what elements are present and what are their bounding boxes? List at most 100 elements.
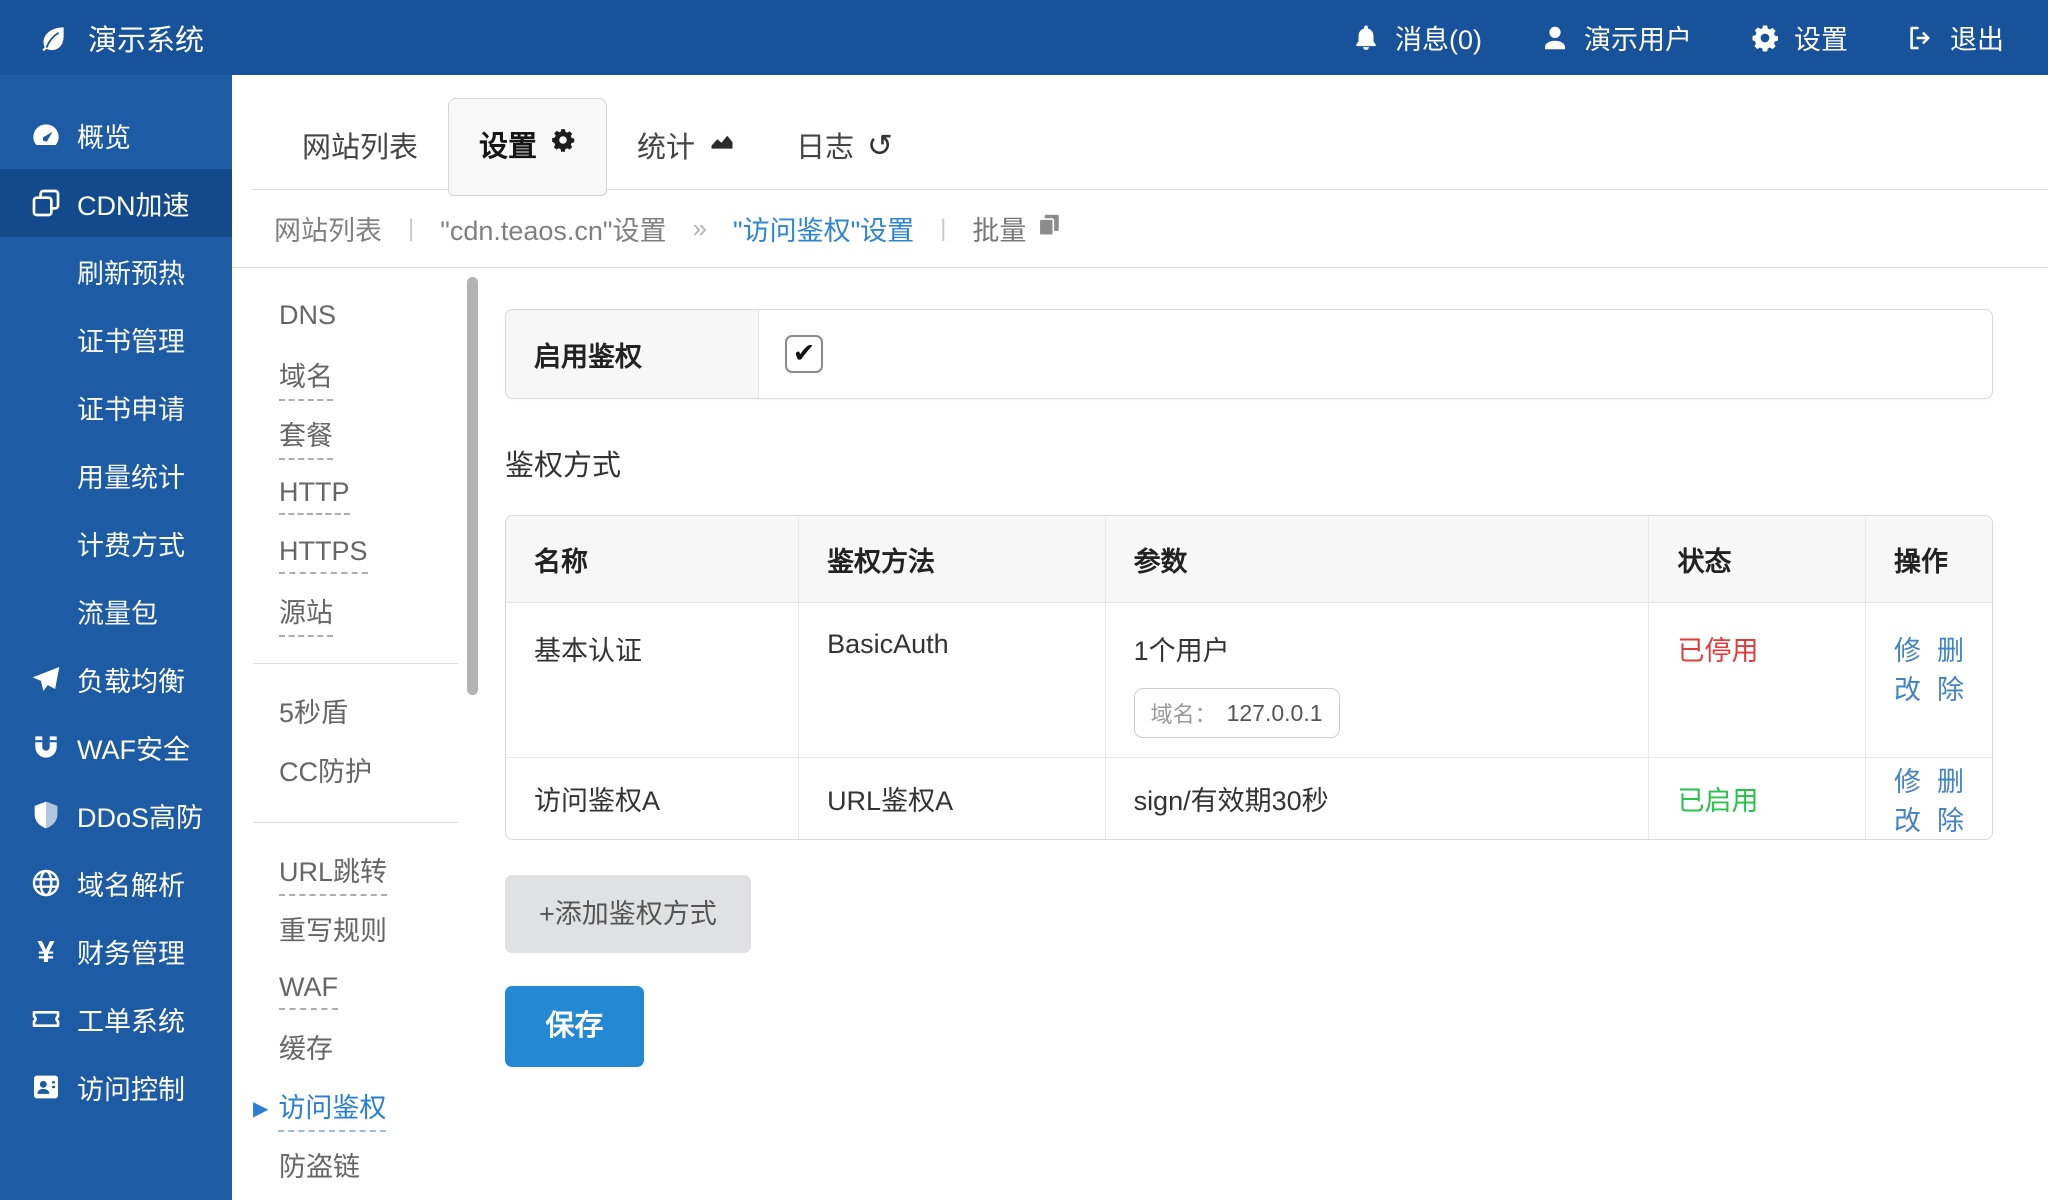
- leaf-logo-icon: [38, 23, 68, 53]
- main-content: 网站列表 设置 统计 日志 ↺ 网站列表 | "cdn.teaos.cn"设置 …: [232, 75, 2048, 1200]
- logout-menu-item[interactable]: 退出: [1906, 18, 2004, 57]
- settings-nav-item-domains[interactable]: 域名: [232, 348, 505, 407]
- bell-icon: [1351, 23, 1381, 53]
- logout-label: 退出: [1950, 18, 2004, 57]
- brand-title: 演示系统: [88, 17, 204, 59]
- ticket-icon: [28, 1002, 64, 1036]
- settings-nav-item-https[interactable]: HTTPS: [232, 525, 505, 584]
- app-brand[interactable]: 演示系统: [38, 17, 204, 59]
- breadcrumb-arrow: »: [693, 213, 707, 244]
- modify-link[interactable]: 修改: [1894, 629, 1921, 707]
- chart-area-icon: [708, 127, 736, 163]
- cell-params: 1个用户 域名： 127.0.0.1: [1105, 603, 1649, 758]
- gear-icon: [550, 127, 576, 161]
- yen-icon: ¥: [28, 934, 64, 968]
- sidebar-item-cert-manage[interactable]: 证书管理: [0, 305, 232, 373]
- shield-icon: [28, 798, 64, 832]
- sidebar-item-access-control[interactable]: 访问控制: [0, 1053, 232, 1121]
- sidebar-item-cert-apply[interactable]: 证书申请: [0, 373, 232, 441]
- topbar: 演示系统 消息(0) 演示用户 设置 退出: [0, 0, 2048, 75]
- sidebar-item-traffic-package[interactable]: 流量包: [0, 577, 232, 645]
- sidebar-item-cdn[interactable]: CDN加速: [0, 169, 232, 237]
- header-actions: 操作: [1865, 516, 1992, 603]
- breadcrumb-site-settings[interactable]: "cdn.teaos.cn"设置: [440, 209, 666, 248]
- cell-params: sign/有效期30秒: [1105, 758, 1649, 839]
- sidebar-item-tickets[interactable]: 工单系统: [0, 985, 232, 1053]
- messages-menu-item[interactable]: 消息(0): [1351, 18, 1482, 57]
- settings-nav-scrollbar[interactable]: [467, 277, 478, 695]
- sidebar-item-ddos[interactable]: DDoS高防: [0, 781, 232, 849]
- domain-badge: 域名： 127.0.0.1: [1134, 688, 1340, 738]
- breadcrumb-batch-link[interactable]: 批量: [972, 209, 1062, 248]
- breadcrumb: 网站列表 | "cdn.teaos.cn"设置 » "访问鉴权"设置 | 批量: [232, 190, 2048, 268]
- cell-name: 访问鉴权A: [506, 758, 798, 839]
- settings-nav-item-plan[interactable]: 套餐: [232, 407, 505, 466]
- triangle-right-icon: ▶: [253, 1096, 268, 1121]
- settings-nav-item-cache[interactable]: 缓存: [232, 1020, 505, 1079]
- breadcrumb-separator: |: [408, 215, 414, 243]
- modify-link[interactable]: 修改: [1894, 760, 1921, 838]
- settings-nav-item-origin[interactable]: 源站: [232, 584, 505, 643]
- settings-nav-item-5s-shield[interactable]: 5秒盾: [232, 684, 505, 743]
- sidebar-item-finance[interactable]: ¥ 财务管理: [0, 917, 232, 985]
- gear-icon: [1750, 23, 1780, 53]
- sidebar-item-refresh-preheat[interactable]: 刷新预热: [0, 237, 232, 305]
- settings-nav: DNS 域名 套餐 HTTP HTTPS 源站 5秒盾 CC防护 URL跳转 重…: [232, 268, 505, 1200]
- cell-actions: 修改 删除: [1865, 758, 1992, 839]
- nav-divider: [253, 822, 458, 823]
- auth-settings-form: 启用鉴权 ✔ 鉴权方式 名称 鉴权方法 参数 状态 操作 基本认证: [505, 268, 1993, 1200]
- tab-logs[interactable]: 日志 ↺: [766, 100, 923, 190]
- table-row: 访问鉴权A URL鉴权A sign/有效期30秒 已启用 修改 删除: [506, 758, 1992, 839]
- settings-nav-item-auth[interactable]: ▶ 访问鉴权: [232, 1079, 505, 1138]
- messages-label: 消息(0): [1395, 18, 1482, 57]
- settings-nav-item-url-redirect[interactable]: URL跳转: [232, 843, 505, 902]
- paper-plane-icon: [28, 662, 64, 696]
- table-row: 基本认证 BasicAuth 1个用户 域名： 127.0.0.1 已停用 修改: [506, 603, 1992, 758]
- copy-icon: [1036, 212, 1062, 245]
- breadcrumb-current[interactable]: "访问鉴权"设置: [733, 209, 914, 248]
- tab-bar: 网站列表 设置 统计 日志 ↺: [232, 75, 2048, 190]
- header-params: 参数: [1105, 516, 1649, 603]
- sidebar-item-load-balancer[interactable]: 负载均衡: [0, 645, 232, 713]
- settings-nav-item-http[interactable]: HTTP: [232, 466, 505, 525]
- enable-auth-checkbox[interactable]: ✔: [785, 335, 823, 373]
- breadcrumb-site-list[interactable]: 网站列表: [274, 209, 382, 248]
- settings-nav-item-waf[interactable]: WAF: [232, 961, 505, 1020]
- user-icon: [1540, 23, 1570, 53]
- gauge-icon: [28, 118, 64, 152]
- settings-nav-item-cc[interactable]: CC防护: [232, 743, 505, 802]
- tab-site-list[interactable]: 网站列表: [272, 100, 448, 190]
- magnet-icon: [28, 730, 64, 764]
- settings-nav-item-dns[interactable]: DNS: [232, 289, 505, 348]
- table-header-row: 名称 鉴权方法 参数 状态 操作: [506, 516, 1992, 603]
- add-auth-method-button[interactable]: +添加鉴权方式: [505, 875, 751, 953]
- enable-auth-label: 启用鉴权: [506, 310, 759, 398]
- delete-link[interactable]: 删除: [1937, 629, 1964, 707]
- sidebar-item-waf[interactable]: WAF安全: [0, 713, 232, 781]
- sign-out-icon: [1906, 23, 1936, 53]
- nav-divider: [253, 663, 458, 664]
- breadcrumb-separator: |: [940, 215, 946, 243]
- settings-nav-item-rewrite[interactable]: 重写规则: [232, 902, 505, 961]
- tab-stats[interactable]: 统计: [607, 100, 766, 190]
- status-badge: 已启用: [1648, 758, 1865, 839]
- tab-settings[interactable]: 设置: [448, 98, 607, 196]
- sidebar-item-overview[interactable]: 概览: [0, 101, 232, 169]
- sidebar-item-usage-stats[interactable]: 用量统计: [0, 441, 232, 509]
- status-badge: 已停用: [1648, 603, 1865, 758]
- settings-nav-item-referer[interactable]: 防盗链: [232, 1138, 505, 1197]
- enable-auth-value: ✔: [759, 310, 1992, 398]
- id-card-icon: [28, 1070, 64, 1104]
- globe-icon: [28, 866, 64, 900]
- header-status: 状态: [1648, 516, 1865, 603]
- history-icon: ↺: [867, 130, 893, 161]
- sidebar-item-dns-resolve[interactable]: 域名解析: [0, 849, 232, 917]
- cell-actions: 修改 删除: [1865, 603, 1992, 758]
- user-label: 演示用户: [1584, 18, 1692, 57]
- delete-link[interactable]: 删除: [1937, 760, 1964, 838]
- enable-auth-panel: 启用鉴权 ✔: [505, 309, 1993, 399]
- sidebar-item-billing[interactable]: 计费方式: [0, 509, 232, 577]
- save-button[interactable]: 保存: [505, 986, 644, 1067]
- settings-menu-item[interactable]: 设置: [1750, 18, 1848, 57]
- user-menu-item[interactable]: 演示用户: [1540, 18, 1692, 57]
